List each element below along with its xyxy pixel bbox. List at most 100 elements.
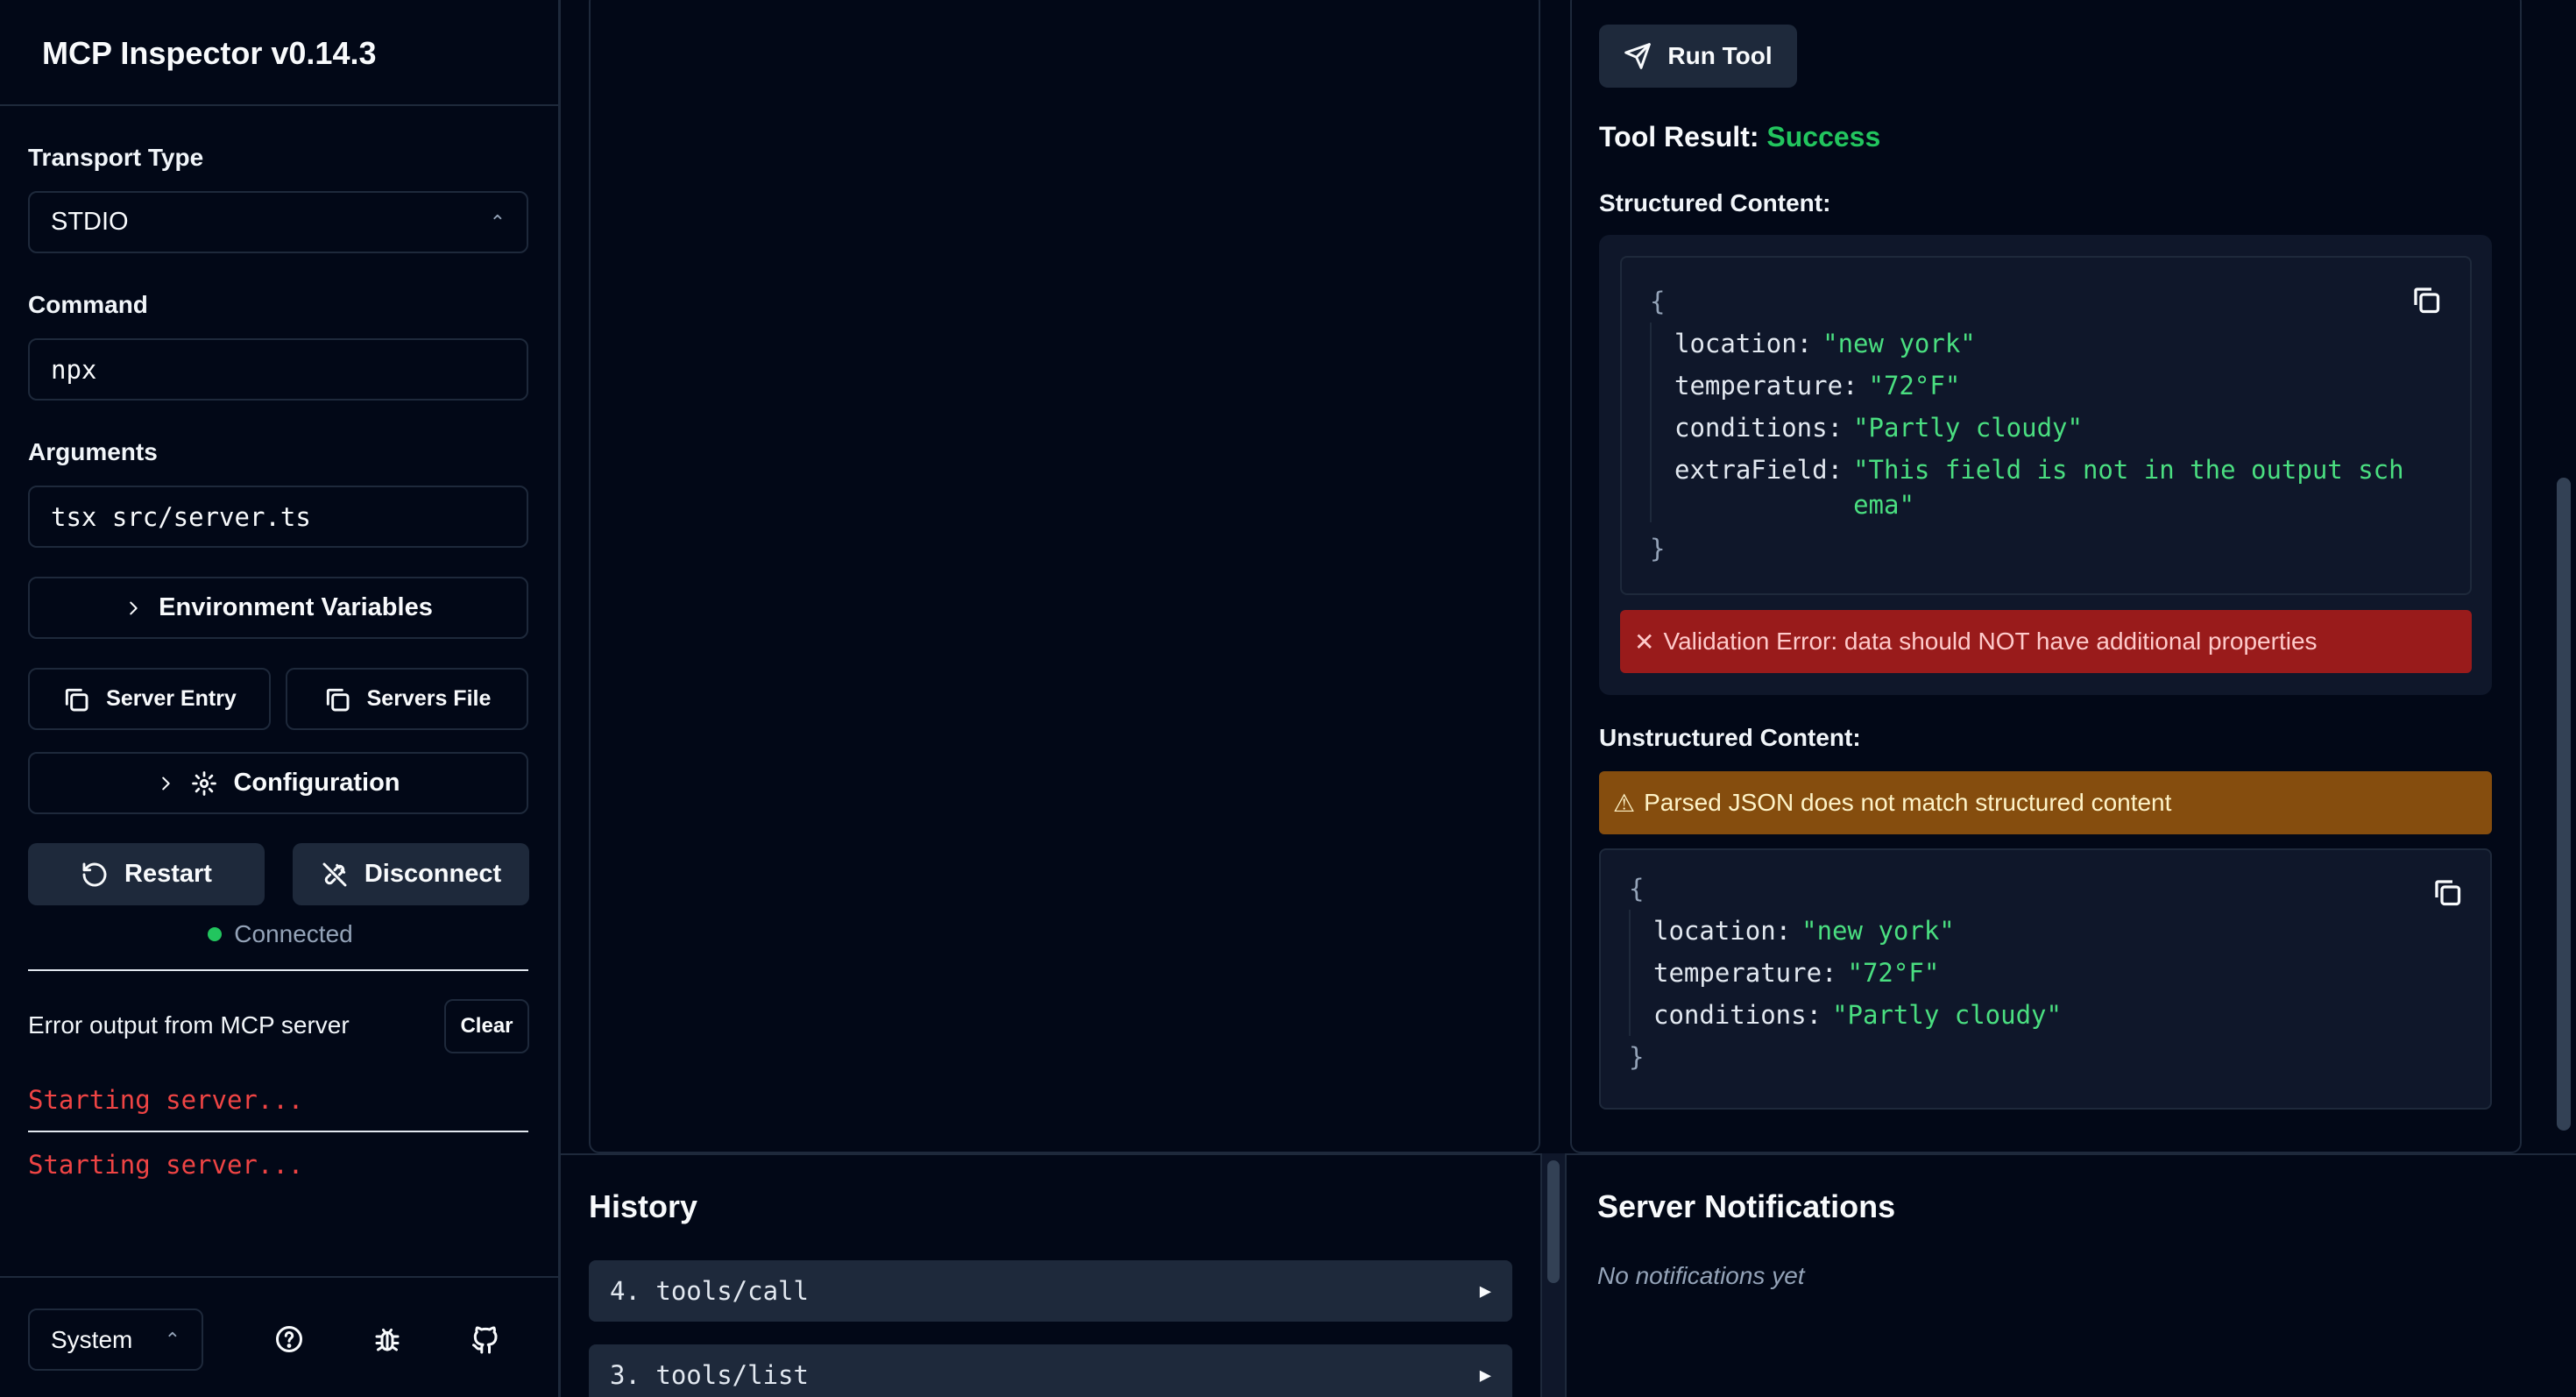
- server-entry-button[interactable]: Server Entry: [28, 668, 271, 730]
- arguments-input[interactable]: tsx src/server.ts: [28, 486, 528, 548]
- json-key: location:: [1653, 916, 1792, 946]
- copy-icon[interactable]: [2431, 876, 2463, 908]
- environment-variables-button[interactable]: Environment Variables: [28, 577, 528, 639]
- validation-error-text: Validation Error: data should NOT have a…: [1663, 628, 2318, 655]
- command-input[interactable]: npx: [28, 338, 528, 401]
- history-item-label: 3. tools/list: [610, 1360, 809, 1390]
- status-dot-icon: [208, 927, 223, 941]
- chevron-right-icon: [162, 777, 171, 790]
- history-title: History: [589, 1188, 698, 1224]
- configuration-button[interactable]: Configuration: [28, 752, 528, 814]
- copy-icon[interactable]: [2410, 284, 2442, 316]
- history-item-label: 4. tools/call: [610, 1276, 809, 1306]
- transport-type-select[interactable]: STDIO ⌃: [28, 191, 528, 253]
- json-rows: location: "new york" temperature: "72°F"…: [1629, 910, 2417, 1036]
- environment-variables-label: Environment Variables: [159, 593, 433, 621]
- divider: [28, 1131, 528, 1132]
- json-row: location: "new york": [1653, 910, 2417, 952]
- transport-type-label: Transport Type: [28, 144, 204, 171]
- unstructured-json-viewer: { location: "new york" temperature: "72°…: [1599, 848, 2492, 1110]
- json-key: temperature:: [1674, 371, 1858, 401]
- rotate-ccw-icon: [82, 862, 107, 886]
- error-output-title: Error output from MCP server: [28, 1011, 350, 1039]
- json-row: conditions: "Partly cloudy": [1674, 407, 2438, 449]
- json-row: temperature: "72°F": [1674, 365, 2438, 407]
- notifications-empty-text: No notifications yet: [1597, 1262, 1805, 1289]
- gear-icon: [192, 770, 217, 796]
- restart-label: Restart: [124, 860, 212, 888]
- scrollbar-thumb[interactable]: [2557, 478, 2571, 1131]
- restart-button[interactable]: Restart: [28, 843, 265, 905]
- error-line: Starting server...: [28, 1150, 304, 1180]
- validation-error-alert: ✕ Validation Error: data should NOT have…: [1620, 610, 2472, 673]
- json-open-brace: {: [1650, 287, 1666, 316]
- resize-handle[interactable]: [561, 1153, 2576, 1155]
- json-value: "Partly cloudy": [1853, 413, 2083, 443]
- play-triangle-icon: ▶: [1479, 1280, 1491, 1302]
- json-key: conditions:: [1653, 1000, 1822, 1030]
- panel-splitter[interactable]: [1540, 1153, 1567, 1397]
- tool-result-heading: Tool Result: Success: [1599, 121, 1880, 153]
- bug-icon[interactable]: [372, 1323, 407, 1358]
- parse-warning-text: Parsed JSON does not match structured co…: [1644, 789, 2172, 816]
- tool-result-status: Success: [1766, 121, 1881, 152]
- json-key: location:: [1674, 329, 1813, 358]
- json-row: extraField: "This field is not in the ou…: [1674, 449, 2438, 522]
- json-open-brace: {: [1629, 874, 1645, 904]
- json-row: location: "new york": [1674, 323, 2438, 365]
- json-row: temperature: "72°F": [1653, 952, 2417, 994]
- json-value: "new york": [1822, 329, 1976, 358]
- json-rows: location: "new york" temperature: "72°F"…: [1650, 323, 2438, 522]
- json-value: "This field is not in the output schema": [1853, 455, 2404, 520]
- json-key: temperature:: [1653, 958, 1837, 988]
- json-value: "72°F": [1868, 371, 1961, 401]
- json-close-brace: }: [1650, 534, 1666, 564]
- warning-triangle-icon: ⚠: [1613, 789, 1636, 817]
- github-icon[interactable]: [470, 1323, 505, 1358]
- copy-icon: [326, 688, 350, 711]
- connection-status: Connected: [0, 920, 561, 948]
- play-triangle-icon: ▶: [1479, 1364, 1491, 1386]
- history-item[interactable]: 3. tools/list ▶: [589, 1344, 1512, 1397]
- json-value: "72°F": [1847, 958, 1940, 988]
- server-entry-label: Server Entry: [106, 686, 237, 711]
- arguments-value: tsx src/server.ts: [51, 501, 311, 532]
- transport-type-value: STDIO: [51, 208, 129, 236]
- clear-button[interactable]: Clear: [444, 999, 529, 1053]
- tools-list-panel: [589, 0, 1540, 1153]
- tool-result-label: Tool Result:: [1599, 121, 1759, 152]
- servers-file-button[interactable]: Servers File: [286, 668, 528, 730]
- unplug-icon: [322, 862, 347, 886]
- json-key: conditions:: [1674, 413, 1844, 443]
- close-x-icon: ✕: [1634, 628, 1655, 656]
- json-row: conditions: "Partly cloudy": [1653, 994, 2417, 1036]
- command-label: Command: [28, 291, 148, 318]
- command-value: npx: [51, 354, 97, 385]
- scrollbar-thumb[interactable]: [1547, 1160, 1560, 1283]
- chevron-right-icon: [130, 601, 138, 614]
- structured-content-title: Structured Content:: [1599, 189, 1831, 216]
- json-value: "new york": [1801, 916, 1955, 946]
- server-notifications-title: Server Notifications: [1597, 1188, 1896, 1224]
- chevron-updown-icon: ⌃: [489, 210, 506, 233]
- json-value: "Partly cloudy": [1832, 1000, 2062, 1030]
- theme-value: System: [51, 1325, 133, 1353]
- chevron-updown-icon: ⌃: [164, 1328, 180, 1351]
- run-tool-label: Run Tool: [1667, 42, 1773, 69]
- error-line: Starting server...: [28, 1085, 304, 1115]
- theme-select[interactable]: System ⌃: [28, 1308, 203, 1371]
- history-item[interactable]: 4. tools/call ▶: [589, 1260, 1512, 1322]
- divider: [28, 969, 528, 971]
- disconnect-label: Disconnect: [364, 860, 502, 888]
- json-key: extraField:: [1674, 455, 1844, 485]
- run-tool-button[interactable]: Run Tool: [1599, 25, 1797, 88]
- disconnect-button[interactable]: Disconnect: [293, 843, 529, 905]
- structured-json-viewer: { location: "new york" temperature: "72°…: [1620, 256, 2472, 595]
- copy-icon: [66, 688, 88, 711]
- send-icon: [1624, 43, 1652, 69]
- status-text: Connected: [234, 920, 353, 947]
- help-icon[interactable]: [273, 1323, 308, 1358]
- parse-warning-alert: ⚠ Parsed JSON does not match structured …: [1599, 771, 2492, 834]
- sidebar: MCP Inspector v0.14.3 Transport Type STD…: [0, 0, 561, 1397]
- app-title: MCP Inspector v0.14.3: [0, 0, 558, 106]
